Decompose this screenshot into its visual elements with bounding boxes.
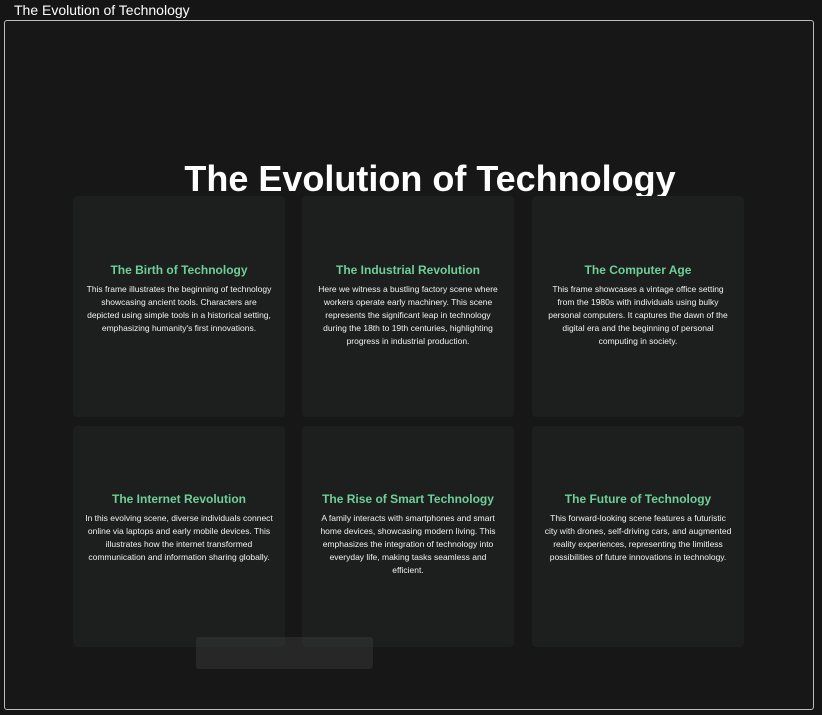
card-description: This forward-looking scene features a fu… [544, 513, 732, 562]
overlay-bar [196, 637, 373, 669]
card-computer-age[interactable]: The Computer Age This frame showcases a … [532, 196, 744, 417]
card-title: The Future of Technology [564, 492, 712, 506]
card-description: This frame showcases a vintage office se… [548, 284, 728, 346]
page-title: The Evolution of Technology [184, 158, 676, 199]
card-description: A family interacts with smartphones and … [320, 513, 496, 575]
card-title: The Rise of Smart Technology [322, 492, 494, 506]
card-rise-of-smart-technology[interactable]: The Rise of Smart Technology A family in… [302, 426, 514, 647]
card-description: In this evolving scene, diverse individu… [85, 513, 273, 562]
card-description: Here we witness a bustling factory scene… [318, 284, 498, 346]
card-internet-revolution[interactable]: The Internet Revolution In this evolving… [73, 426, 285, 647]
card-description: This frame illustrates the beginning of … [86, 284, 272, 333]
card-title: The Computer Age [584, 263, 692, 277]
card-industrial-revolution[interactable]: The Industrial Revolution Here we witnes… [302, 196, 514, 417]
card-title: The Industrial Revolution [335, 263, 480, 277]
card-title: The Internet Revolution [111, 492, 246, 506]
card-birth-of-technology[interactable]: The Birth of Technology This frame illus… [73, 196, 285, 417]
card-future-of-technology[interactable]: The Future of Technology This forward-lo… [532, 426, 744, 647]
window-title: The Evolution of Technology [14, 2, 190, 18]
card-title: The Birth of Technology [110, 263, 248, 277]
